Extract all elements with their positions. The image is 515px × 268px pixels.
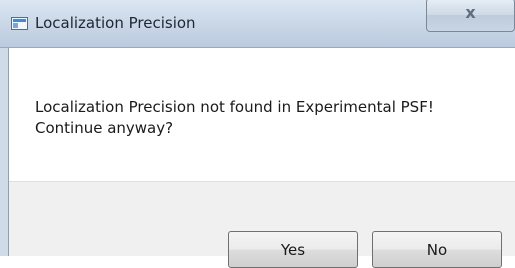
window-title: Localization Precision (35, 14, 196, 32)
no-button[interactable]: No (372, 231, 502, 268)
close-icon: x (465, 3, 476, 22)
dialog-message: Localization Precision not found in Expe… (35, 97, 434, 139)
yes-button[interactable]: Yes (228, 231, 358, 268)
dialog-content: Localization Precision not found in Expe… (8, 48, 515, 268)
message-line-1: Localization Precision not found in Expe… (35, 98, 434, 116)
message-line-2: Continue anyway? (35, 119, 174, 137)
title-bar[interactable]: Localization Precision x (0, 0, 515, 48)
window-app-icon (11, 17, 28, 30)
dialog-window: Localization Precision x Localization Pr… (0, 0, 515, 268)
button-bar: Yes No (9, 181, 515, 268)
close-button[interactable]: x (426, 0, 515, 32)
